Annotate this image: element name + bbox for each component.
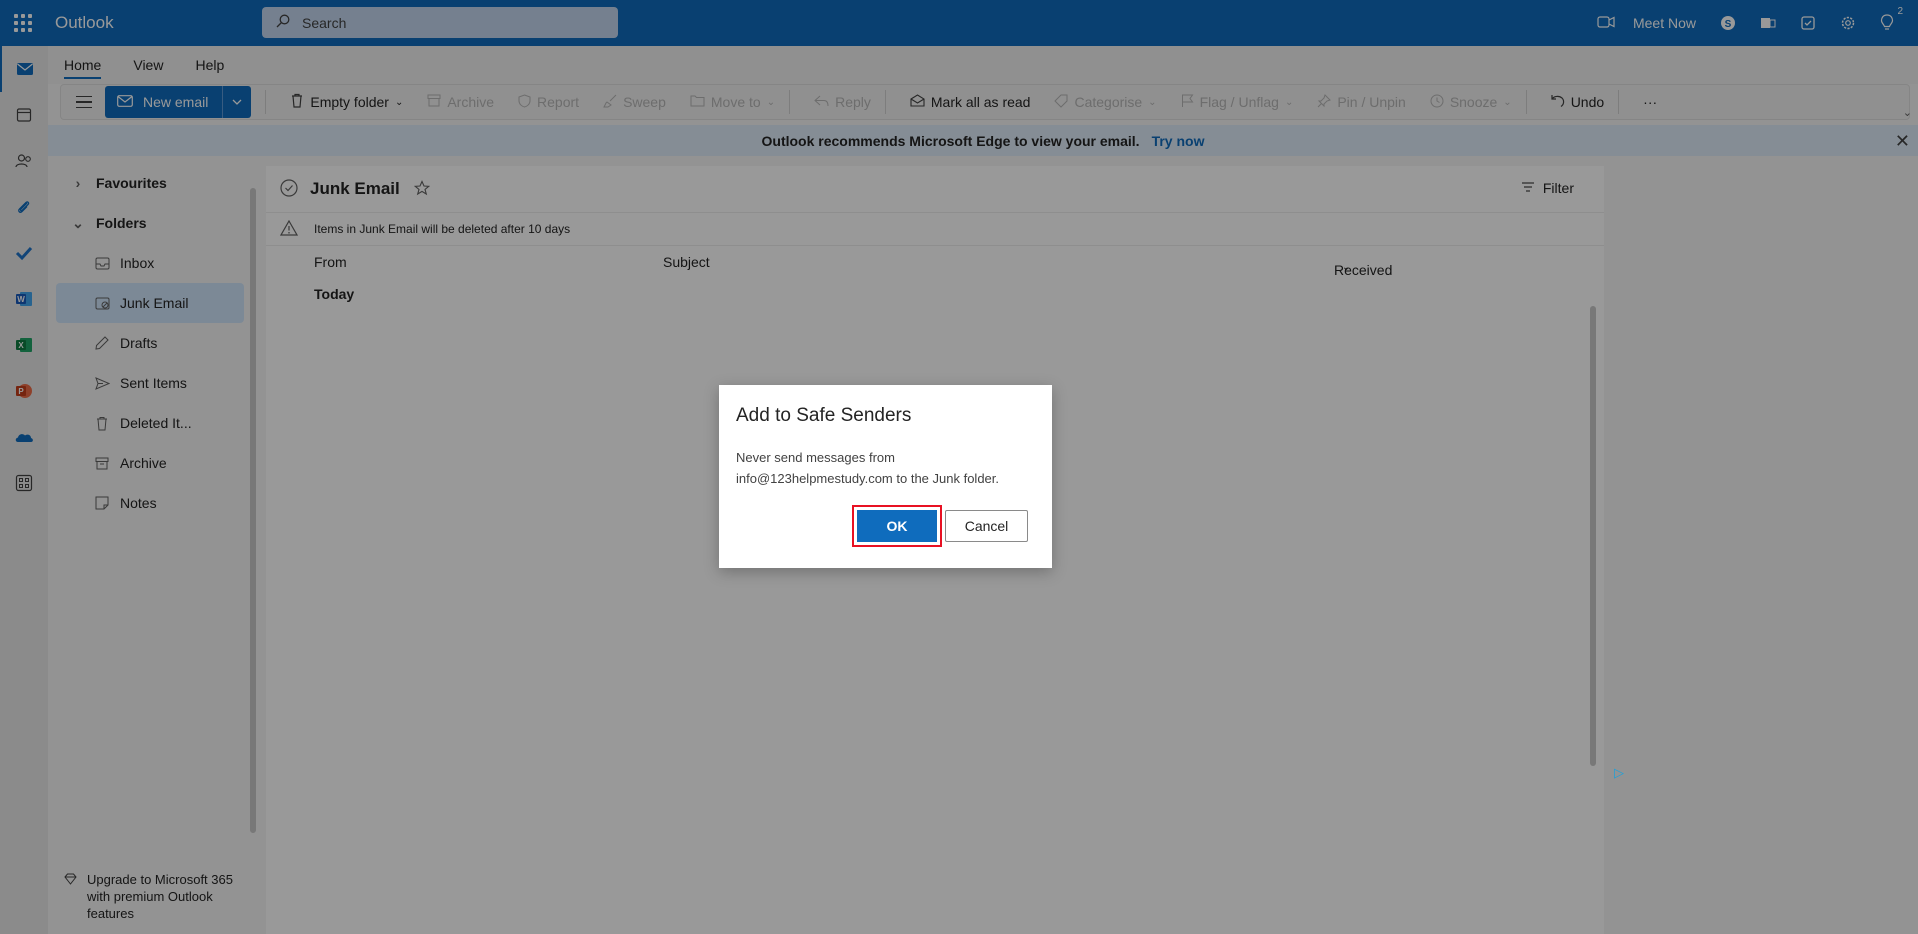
- dialog-body-line2: info@123helpmestudy.com to the Junk fold…: [736, 471, 999, 486]
- dialog-body-line1: Never send messages from: [736, 450, 895, 465]
- dialog-buttons: OK Cancel: [852, 505, 1028, 547]
- dialog-title: Add to Safe Senders: [736, 405, 912, 426]
- safe-senders-dialog: Add to Safe Senders Never send messages …: [719, 385, 1052, 568]
- ad-choices-icon[interactable]: ▷: [1614, 765, 1624, 781]
- dialog-body: Never send messages from info@123helpmes…: [736, 447, 1035, 489]
- cancel-button[interactable]: Cancel: [945, 510, 1028, 542]
- ok-button[interactable]: OK: [857, 510, 937, 542]
- ok-button-highlight: OK: [852, 505, 942, 547]
